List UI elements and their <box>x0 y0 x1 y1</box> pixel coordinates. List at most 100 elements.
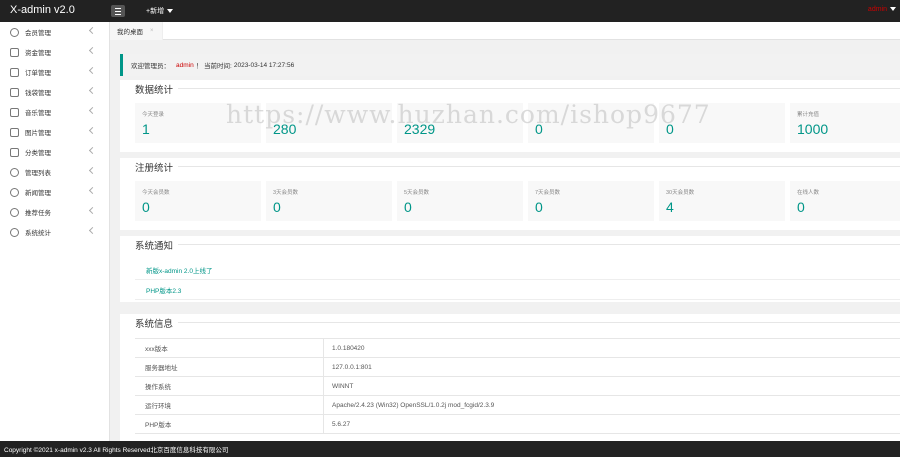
sidebar-item-label: 分类管理 <box>25 150 51 157</box>
sidebar-item-label: 新闻管理 <box>25 190 51 197</box>
chevron-left-icon <box>88 166 97 175</box>
notices-card: 系统通知 新版x-admin 2.0上线了 PHP版本2.3 <box>120 236 900 302</box>
info-value: 127.0.0.1:801 <box>332 363 372 371</box>
stat-value: 0 <box>535 199 543 215</box>
table-row: 服务器地址 127.0.0.1:801 <box>135 358 900 377</box>
user-icon <box>10 27 19 37</box>
data-stats-row: 今天登录 1 280 2329 0 0 累计充值 1000 <box>135 103 900 143</box>
stat-3[interactable]: 2329 <box>397 103 523 143</box>
fund-icon <box>10 47 19 57</box>
caret-down-icon <box>890 7 896 12</box>
category-icon <box>10 147 19 157</box>
sidebar-item-label: 管理列表 <box>25 170 51 177</box>
sidebar-item-funds[interactable]: 资金管理 <box>0 42 109 62</box>
card-title: 数据统计 <box>120 80 900 96</box>
stat-value: 0 <box>797 199 805 215</box>
notice-link[interactable]: PHP版本2.3 <box>135 280 900 300</box>
music-icon <box>10 107 19 117</box>
sidebar-item-label: 图片管理 <box>25 130 51 137</box>
sidebar-item-categories[interactable]: 分类管理 <box>0 142 109 162</box>
app-logo[interactable]: X-admin v2.0 <box>10 4 75 16</box>
register-stats-row: 今天会员数 0 3天会员数 0 5天会员数 0 7天会员数 0 30天会员数 4 在线人数… <box>135 181 900 221</box>
sidebar-item-label: 推荐任务 <box>25 210 51 217</box>
system-info-title: 系统信息 <box>135 316 179 330</box>
chevron-left-icon <box>88 66 97 75</box>
table-row: 运行环境 Apache/2.4.23 (Win32) OpenSSL/1.0.2j… <box>135 396 900 415</box>
notice-link[interactable]: 新版x-admin 2.0上线了 <box>135 260 900 280</box>
add-new-menu[interactable]: +新增 <box>146 6 174 16</box>
card-title: 系统通知 <box>120 236 900 252</box>
notices-title: 系统通知 <box>135 238 179 252</box>
stat-label: 5天会员数 <box>404 190 430 196</box>
system-info-table: xxx版本 1.0.180420 服务器地址 127.0.0.1:801 操作系统 W… <box>135 338 900 434</box>
sidebar-item-admin-list[interactable]: 管理列表 <box>0 162 109 182</box>
footer: Copyright ©2021 x-admin v2.3 All Rights … <box>0 441 900 457</box>
stat-value: 1000 <box>797 121 829 137</box>
chevron-left-icon <box>88 106 97 115</box>
stat-4[interactable]: 0 <box>528 103 654 143</box>
stat-2[interactable]: 280 <box>266 103 392 143</box>
stat-label: 今天登录 <box>142 112 165 118</box>
sidebar-item-images[interactable]: 图片管理 <box>0 122 109 142</box>
sidebar-item-music[interactable]: 音乐管理 <box>0 102 109 122</box>
sidebar-item-wallet[interactable]: 钱袋管理 <box>0 82 109 102</box>
sidebar-item-orders[interactable]: 订单管理 <box>0 62 109 82</box>
stat-label: 累计充值 <box>797 112 820 118</box>
tab-bar: 我的桌面 × <box>110 22 900 40</box>
menu-toggle-icon[interactable] <box>111 5 125 17</box>
chevron-left-icon <box>88 86 97 95</box>
stat-label: 今天会员数 <box>142 190 170 196</box>
close-icon[interactable]: × <box>150 28 154 34</box>
tab-my-desktop[interactable]: 我的桌面 × <box>110 22 163 40</box>
stat-total-recharge[interactable]: 累计充值 1000 <box>790 103 900 143</box>
stat-label: 3天会员数 <box>273 190 299 196</box>
admin-user-menu[interactable]: admin <box>868 6 896 13</box>
info-key: PHP版本 <box>135 415 324 433</box>
image-icon <box>10 127 19 137</box>
welcome-banner: 欢迎管理员： admin ！ 当前时间: 2023-03-14 17:27:56 <box>120 54 900 76</box>
sidebar: 会员管理 资金管理 订单管理 钱袋管理 音乐管理 图片管理 分类管理 管理列表 … <box>0 22 110 441</box>
stat-5day-members[interactable]: 5天会员数 0 <box>397 181 523 221</box>
chevron-left-icon <box>88 206 97 215</box>
sidebar-item-members[interactable]: 会员管理 <box>0 22 109 42</box>
sidebar-item-label: 钱袋管理 <box>25 90 51 97</box>
caret-down-icon <box>167 9 174 14</box>
stat-online-users[interactable]: 在线人数 0 <box>790 181 900 221</box>
sidebar-item-label: 会员管理 <box>25 30 51 37</box>
stats-icon <box>10 227 19 237</box>
news-icon <box>10 187 19 197</box>
stat-value: 2329 <box>404 121 436 137</box>
stat-30day-members[interactable]: 30天会员数 4 <box>659 181 785 221</box>
sidebar-item-label: 系统统计 <box>25 230 51 237</box>
main-content: 欢迎管理员： admin ！ 当前时间: 2023-03-14 17:27:56… <box>110 40 900 441</box>
welcome-time-label: ！ 当前时间: <box>195 63 232 70</box>
stat-label: 7天会员数 <box>535 190 561 196</box>
chevron-left-icon <box>88 146 97 155</box>
stat-today-members[interactable]: 今天会员数 0 <box>135 181 261 221</box>
admin-list-icon <box>10 167 19 177</box>
sidebar-item-label: 订单管理 <box>25 70 51 77</box>
info-value: 5.6.27 <box>332 420 351 428</box>
stat-7day-members[interactable]: 7天会员数 0 <box>528 181 654 221</box>
sidebar-item-tasks[interactable]: 推荐任务 <box>0 202 109 222</box>
stat-value: 0 <box>535 121 543 137</box>
tab-label: 我的桌面 <box>117 29 143 36</box>
data-stats-card: 数据统计 今天登录 1 280 2329 0 0 累计充值 1000 <box>120 80 900 152</box>
stat-3day-members[interactable]: 3天会员数 0 <box>266 181 392 221</box>
chevron-left-icon <box>88 226 97 235</box>
table-row: 操作系统 WINNT <box>135 377 900 396</box>
welcome-prefix: 欢迎管理员： <box>131 63 170 70</box>
sidebar-item-news[interactable]: 新闻管理 <box>0 182 109 202</box>
chevron-left-icon <box>88 26 97 35</box>
admin-user-label: admin <box>867 6 887 13</box>
stat-5[interactable]: 0 <box>659 103 785 143</box>
data-stats-title: 数据统计 <box>135 82 179 96</box>
stat-label: 在线人数 <box>797 190 820 196</box>
stat-value: 0 <box>273 199 281 215</box>
info-key: 服务器地址 <box>135 358 324 376</box>
stat-value: 0 <box>404 199 412 215</box>
task-icon <box>10 207 19 217</box>
stat-value: 280 <box>273 121 297 137</box>
stat-today-login[interactable]: 今天登录 1 <box>135 103 261 143</box>
sidebar-item-stats[interactable]: 系统统计 <box>0 222 109 242</box>
